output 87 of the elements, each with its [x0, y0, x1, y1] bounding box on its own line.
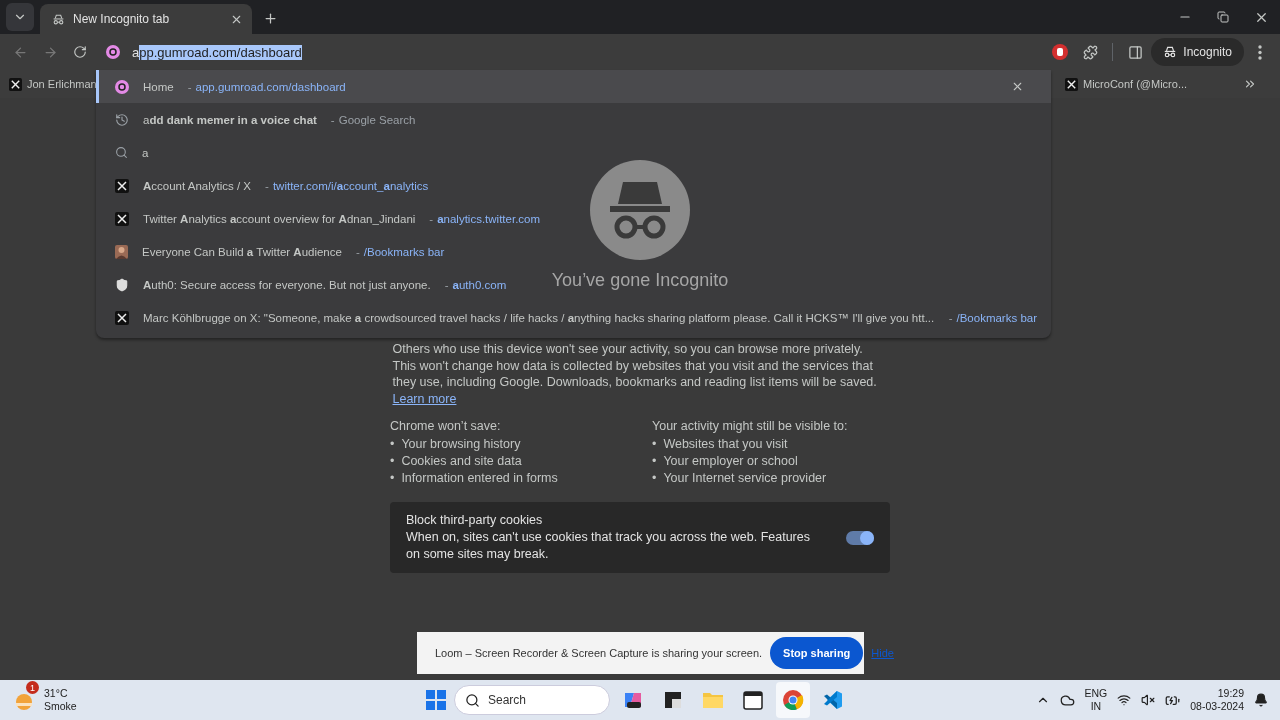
stop-sharing-button[interactable]: Stop sharing — [770, 637, 864, 669]
letter-g-icon — [115, 79, 129, 94]
avatar-icon — [115, 244, 128, 259]
suggestion-text: add dank memer in a voice chat — [143, 113, 317, 126]
incognito-profile-button[interactable]: Incognito — [1151, 38, 1244, 66]
weather-condition: Smoke — [44, 700, 77, 713]
suggestion-item[interactable]: Home - app.gumroad.com/dashboard — [96, 70, 1051, 103]
window-icon — [663, 690, 683, 710]
list-item: Your Internet service provider — [663, 469, 827, 487]
wifi-icon[interactable] — [1117, 693, 1132, 707]
suggestion-text: Auth0: Secure access for everyone. But not just anyone. — [143, 278, 431, 291]
bullet: • — [390, 469, 395, 487]
list-title: Chrome won’t save: — [390, 419, 502, 433]
suggestion-text: Home — [143, 80, 174, 93]
list-item: Cookies and site data — [401, 452, 522, 470]
clock[interactable]: 19:29 08-03-2024 — [1190, 687, 1244, 713]
suggestion-item[interactable]: Account Analytics / X - twitter.com/i/account_analytics — [96, 169, 443, 202]
letter-g-icon — [106, 45, 120, 59]
cloud-icon[interactable] — [1059, 692, 1075, 708]
suggestion-text: Everyone Can Build a Twitter Audience — [142, 245, 342, 258]
restore-icon — [1217, 11, 1229, 23]
sharing-message: Loom – Screen Recorder & Screen Capture is sharing your screen. — [435, 647, 763, 659]
temperature: 31°C — [44, 687, 69, 700]
suggestion-item[interactable]: add dank memer in a voice chat - Google Search — [96, 103, 430, 136]
bullet: • — [652, 469, 657, 487]
taskbar-search-field[interactable]: Search — [454, 685, 610, 715]
side-panel-icon — [1127, 44, 1143, 60]
intro-paragraph: Others who use this device won't see your activity, so you can browse more privately. This won't change how data is collected by websites that you visit and the services that they use, including Google. Downloads, bookmarks and reading list items will be saved. Learn more — [392, 341, 878, 407]
reload-icon — [73, 45, 87, 59]
incognito-icon — [52, 12, 65, 26]
suggestion-item[interactable]: Auth0: Secure access for everyone. But not just anyone. - auth0.com — [96, 268, 521, 301]
bullet: • — [652, 452, 657, 470]
list-item: Websites that you visit — [663, 436, 788, 453]
suggestion-text: Account Analytics / X — [143, 179, 252, 192]
puzzle-icon — [1082, 44, 1098, 60]
bullet: • — [390, 436, 395, 453]
list-item: Your browsing history — [401, 436, 521, 453]
suggestion-item[interactable]: Marc Köhlbrugge on X: "Someone, make a crowdsourced travel hacks / life hacks / anything hacks sharing platform please. Call it HCKS™ I'll give you htt... - /Bookmarks bar — [96, 301, 1051, 334]
cookies-toggle[interactable] — [846, 530, 874, 545]
suggestion-detail: - Google Search — [330, 113, 416, 126]
incognito-icon — [1163, 45, 1178, 59]
x-logo-icon — [115, 211, 129, 226]
cookies-title: Block third-party cookies — [406, 512, 544, 530]
x-logo-icon — [1065, 77, 1078, 91]
search-icon — [465, 692, 480, 708]
browser-tab[interactable]: New Incognito tab — [40, 4, 252, 34]
suggestion-item[interactable]: Twitter Analytics account overview for Adnan_Jindani - analytics.twitter.com — [96, 202, 555, 235]
suggestion-detail: - /Bookmarks bar — [948, 311, 1037, 324]
shield-icon — [115, 277, 129, 292]
bullet: • — [652, 436, 657, 453]
plus-icon — [262, 10, 278, 26]
folder-icon — [702, 690, 724, 710]
chevrons-right-icon — [1243, 77, 1257, 91]
cookies-description: When on, sites can't use cookies that track you across the web. Features on some sites may break. — [406, 529, 811, 564]
suggestion-detail: - analytics.twitter.com — [429, 212, 541, 225]
code-editor-icon — [822, 689, 844, 711]
notification-badge: 1 — [26, 681, 39, 694]
arrow-right-icon — [42, 44, 58, 60]
x-logo-icon — [9, 77, 22, 91]
suggestion-item[interactable]: Everyone Can Build a Twitter Audience - /Bookmarks bar — [96, 235, 459, 268]
bell-icon[interactable] — [1254, 693, 1268, 707]
tab-title: New Incognito tab — [73, 12, 171, 26]
suggestion-text: a — [142, 146, 149, 159]
calendar-icon — [743, 690, 763, 710]
suggestion-detail: - twitter.com/i/account_analytics — [265, 179, 429, 192]
bullet: • — [390, 452, 395, 470]
page-heading: You’ve gone Incognito — [551, 270, 729, 291]
list-item: Your employer or school — [663, 452, 798, 470]
list-title: Your activity might still be visible to: — [652, 419, 849, 433]
more-icon — [1258, 44, 1262, 60]
muted-speaker-icon[interactable] — [1141, 693, 1156, 707]
history-icon — [115, 112, 129, 127]
suggestion-detail: - app.gumroad.com/dashboard — [187, 80, 346, 93]
suggestion-detail: - auth0.com — [444, 278, 507, 291]
suggestion-text: Marc Köhlbrugge on X: "Someone, make a crowdsourced travel hacks / life hacks / anything hacks sharing platform please. Call it HCKS™ I'll give you htt... — [143, 311, 935, 324]
language-indicator[interactable]: ENG IN — [1084, 687, 1108, 713]
x-logo-icon — [115, 310, 129, 325]
bookmark-link[interactable]: MicroConf (@Micro... — [1062, 73, 1191, 95]
learn-more-link[interactable]: Learn more — [392, 391, 457, 406]
windows-logo-icon — [426, 690, 446, 710]
chrome-icon — [782, 689, 804, 711]
x-logo-icon — [115, 178, 129, 193]
search-icon — [115, 146, 128, 159]
suggestion-text: Twitter Analytics account overview for Adnan_Jindani — [143, 212, 416, 225]
suggestion-item[interactable]: a — [96, 136, 163, 169]
list-item: Information entered in forms — [401, 469, 558, 487]
suggestion-detail: - /Bookmarks bar — [355, 245, 445, 258]
